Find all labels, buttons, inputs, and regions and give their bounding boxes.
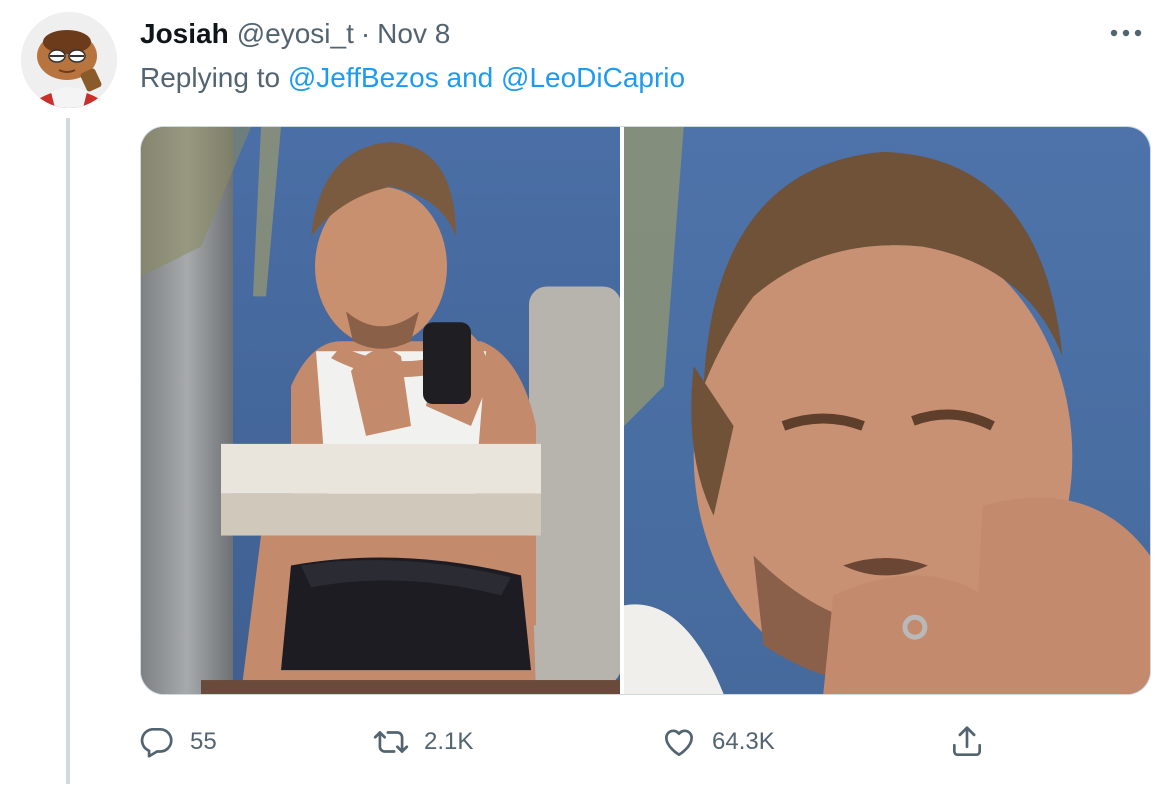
photo-closeup-image <box>624 127 1150 694</box>
reply-count: 55 <box>190 728 217 755</box>
reply-button[interactable]: 55 <box>138 718 217 766</box>
tweet-header: Josiah @eyosi_t · Nov 8 <box>140 14 450 54</box>
photo-man-with-phone-closeup[interactable] <box>624 127 1150 694</box>
mention-link-jeffbezos[interactable]: @JeffBezos <box>288 62 439 93</box>
like-button[interactable]: 64.3K <box>660 718 775 766</box>
more-horizontal-icon <box>1110 29 1142 37</box>
retweet-count: 2.1K <box>424 728 474 755</box>
replying-to-label: Replying to <box>140 62 281 93</box>
author-name[interactable]: Josiah <box>140 14 229 54</box>
tweet-date[interactable]: Nov 8 <box>377 14 450 54</box>
author-handle[interactable]: @eyosi_t <box>237 14 354 54</box>
share-icon <box>952 726 982 757</box>
avatar-cartoon-icon <box>21 12 117 108</box>
mention-joiner[interactable]: and <box>447 62 494 93</box>
heart-icon <box>664 729 694 757</box>
mention-link-leodicaprio[interactable]: @LeoDiCaprio <box>501 62 685 93</box>
photo-wide-image <box>141 127 620 694</box>
retweet-button[interactable]: 2.1K <box>372 718 473 766</box>
photo-man-with-phone-wide[interactable] <box>141 127 620 694</box>
more-options-button[interactable] <box>1108 18 1144 48</box>
like-count: 64.3K <box>712 728 775 755</box>
replying-to: Replying to @JeffBezos and @LeoDiCaprio <box>140 58 685 98</box>
share-button[interactable] <box>948 718 986 766</box>
reply-bubble-icon <box>140 727 173 758</box>
avatar[interactable] <box>21 12 117 108</box>
header-separator: · <box>360 18 371 49</box>
tweet-media <box>140 126 1151 695</box>
retweet-icon <box>373 731 409 753</box>
tweet: Josiah @eyosi_t · Nov 8 Replying to @Jef… <box>0 0 1164 798</box>
thread-line <box>66 118 70 784</box>
tweet-actions: 55 2.1K 64.3K <box>138 718 1018 766</box>
